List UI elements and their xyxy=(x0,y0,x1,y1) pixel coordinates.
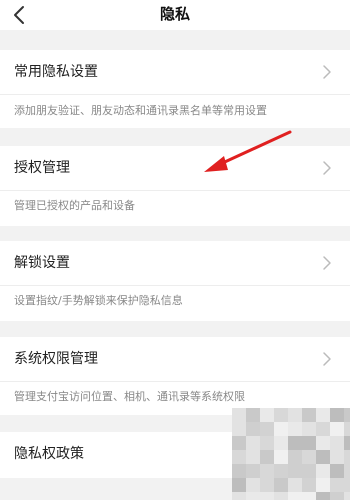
red-arrow-icon xyxy=(204,130,292,172)
row-label: 常用隐私设置 xyxy=(14,64,98,80)
mosaic-tile xyxy=(246,492,260,500)
mosaic-tile xyxy=(344,492,350,500)
mosaic-tile xyxy=(260,450,274,464)
mosaic-tile xyxy=(330,436,344,450)
mosaic-tile xyxy=(288,478,302,492)
mosaic-tile xyxy=(330,478,344,492)
mosaic-tile xyxy=(232,478,246,492)
mosaic-tile xyxy=(316,422,330,436)
mosaic-tile xyxy=(330,464,344,478)
mosaic-tile xyxy=(274,436,288,450)
mosaic-tile xyxy=(246,422,260,436)
mosaic-tile xyxy=(288,464,302,478)
mosaic-tile xyxy=(274,450,288,464)
mosaic-tile xyxy=(344,464,350,478)
mosaic-tile xyxy=(316,478,330,492)
mosaic-tile xyxy=(330,422,344,436)
mosaic-tile xyxy=(302,464,316,478)
mosaic-tile xyxy=(246,408,260,422)
mosaic-tile xyxy=(288,408,302,422)
mosaic-tile xyxy=(344,408,350,422)
divider xyxy=(0,381,350,382)
mosaic-tile xyxy=(232,450,246,464)
mosaic-tile xyxy=(274,464,288,478)
row-label: 隐私权政策 xyxy=(14,446,84,462)
mosaic-tile xyxy=(246,464,260,478)
mosaic-tile xyxy=(302,478,316,492)
mosaic-tile xyxy=(274,478,288,492)
mosaic-tile xyxy=(232,422,246,436)
mosaic-tile xyxy=(316,450,330,464)
mosaic-tile xyxy=(316,492,330,500)
mosaic-tile xyxy=(316,408,330,422)
section-system-permissions: 系统权限管理 管理支付宝访问位置、相机、通讯录等系统权限 xyxy=(0,337,350,415)
chevron-right-icon xyxy=(323,352,331,366)
mosaic-tile xyxy=(330,408,344,422)
mosaic-tile xyxy=(260,478,274,492)
row-description: 管理已授权的产品和设备 xyxy=(14,199,135,212)
row-description: 添加朋友验证、朋友动态和通讯录黑名单等常用设置 xyxy=(14,104,267,117)
mosaic-tile xyxy=(232,464,246,478)
mosaic-tile xyxy=(274,492,288,500)
section-unlock: 解锁设置 设置指纹/手势解锁来保护隐私信息 xyxy=(0,241,350,321)
mosaic-tile xyxy=(302,408,316,422)
row-unlock-settings[interactable]: 解锁设置 xyxy=(0,241,350,285)
mosaic-tile xyxy=(260,422,274,436)
mosaic-tile xyxy=(288,492,302,500)
mosaic-tile xyxy=(260,436,274,450)
mosaic-tile xyxy=(260,408,274,422)
divider xyxy=(0,190,350,191)
mosaic-tile xyxy=(246,450,260,464)
mosaic-tile xyxy=(330,450,344,464)
mosaic-tile xyxy=(344,436,350,450)
mosaic-tile xyxy=(232,492,246,500)
mosaic-tile xyxy=(288,422,302,436)
row-label: 授权管理 xyxy=(14,160,70,176)
row-authorization-management[interactable]: 授权管理 xyxy=(0,146,350,190)
section-common-privacy: 常用隐私设置 添加朋友验证、朋友动态和通讯录黑名单等常用设置 xyxy=(0,50,350,128)
mosaic-tile xyxy=(260,492,274,500)
blurred-overlay xyxy=(232,408,350,500)
chevron-right-icon xyxy=(323,65,331,79)
chevron-right-icon xyxy=(323,256,331,270)
mosaic-tile xyxy=(232,436,246,450)
mosaic-tile xyxy=(246,478,260,492)
mosaic-tile xyxy=(302,422,316,436)
mosaic-tile xyxy=(260,464,274,478)
row-label: 解锁设置 xyxy=(14,255,70,271)
mosaic-tile xyxy=(288,436,302,450)
mosaic-tile xyxy=(302,492,316,500)
mosaic-tile xyxy=(344,478,350,492)
mosaic-tile xyxy=(274,422,288,436)
divider xyxy=(0,94,350,95)
section-authorization: 授权管理 管理已授权的产品和设备 xyxy=(0,146,350,226)
row-system-permission-management[interactable]: 系统权限管理 xyxy=(0,337,350,381)
mosaic-tile xyxy=(344,450,350,464)
mosaic-tile xyxy=(330,492,344,500)
privacy-page: 隐私 常用隐私设置 添加朋友验证、朋友动态和通讯录黑名单等常用设置 授权管理 管… xyxy=(0,0,350,500)
mosaic-tile xyxy=(288,450,302,464)
mosaic-tile xyxy=(232,408,246,422)
divider xyxy=(0,285,350,286)
mosaic-tile xyxy=(274,408,288,422)
row-common-privacy-settings[interactable]: 常用隐私设置 xyxy=(0,50,350,94)
header-bar: 隐私 xyxy=(0,0,350,30)
mosaic-tile xyxy=(246,436,260,450)
mosaic-tile xyxy=(316,464,330,478)
mosaic-tile xyxy=(316,436,330,450)
mosaic-tile xyxy=(302,436,316,450)
row-label: 系统权限管理 xyxy=(14,351,98,367)
page-title: 隐私 xyxy=(159,5,190,23)
mosaic-tile xyxy=(344,422,350,436)
chevron-right-icon xyxy=(323,161,331,175)
row-description: 管理支付宝访问位置、相机、通讯录等系统权限 xyxy=(14,390,245,403)
mosaic-tile xyxy=(302,450,316,464)
row-description: 设置指纹/手势解锁来保护隐私信息 xyxy=(14,294,183,307)
